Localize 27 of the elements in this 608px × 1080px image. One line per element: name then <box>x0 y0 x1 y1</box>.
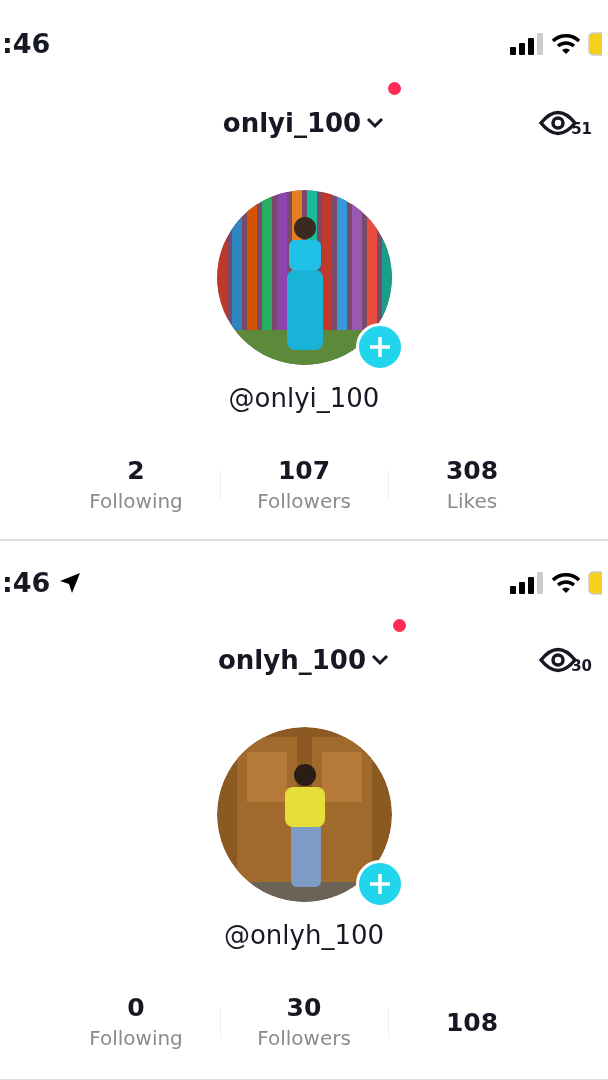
stat-value: 308 <box>445 456 499 486</box>
add-icon[interactable] <box>355 860 404 908</box>
handle-text: @onlyi_100 <box>228 382 380 415</box>
battery-icon <box>588 571 602 595</box>
time-text: :46 <box>2 26 51 61</box>
stat-label: Followers <box>257 1025 351 1052</box>
add-icon[interactable] <box>355 323 404 371</box>
chevron-down-icon[interactable] <box>365 116 386 130</box>
wifi-icon <box>552 572 580 594</box>
battery-icon <box>588 32 602 56</box>
wifi-icon <box>552 33 580 55</box>
stat-value: 0 <box>127 993 145 1023</box>
stat-value: 30 <box>286 993 322 1023</box>
stat-label: Followers <box>257 488 351 515</box>
username-text: onlyh_100 <box>218 643 366 677</box>
stat-label: Following <box>89 1025 183 1052</box>
stat-value: 108 <box>445 1008 499 1038</box>
stat-value: 2 <box>127 456 145 486</box>
signal-icon <box>510 572 544 594</box>
signal-icon <box>510 33 544 55</box>
stat-label: Likes <box>446 488 498 515</box>
username-text: onlyi_100 <box>222 106 362 140</box>
time-text: :46 <box>2 565 51 600</box>
chevron-down-icon[interactable] <box>370 653 390 667</box>
stat-value: 107 <box>277 456 331 486</box>
handle-text: @onlyh_100 <box>223 919 385 952</box>
stat-label: Following <box>89 488 183 515</box>
